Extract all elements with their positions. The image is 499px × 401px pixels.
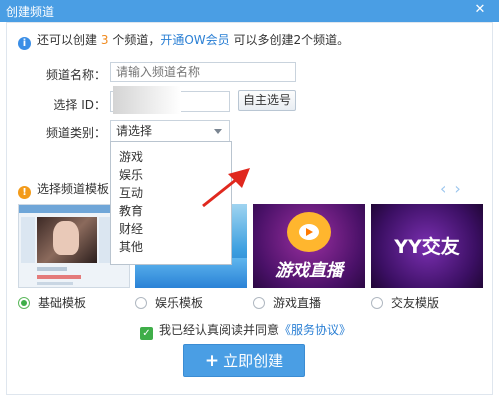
create-button-label: 立即创建 [223, 352, 284, 370]
close-icon[interactable]: ✕ [468, 0, 492, 22]
category-select[interactable]: 请选择 [110, 120, 230, 142]
chevron-down-icon [214, 129, 222, 134]
template-thumb-game[interactable]: 游戏直播 [253, 204, 365, 288]
dropdown-option[interactable]: 其他 [111, 238, 231, 256]
radio-icon [253, 297, 265, 309]
channel-name-input[interactable] [110, 62, 296, 82]
template-heading: ! 选择频道模板： [18, 180, 121, 199]
checkbox-checked-icon[interactable]: ✓ [140, 327, 153, 340]
agreement-row: ✓ 我已经认真阅读并同意《服务协议》 [140, 321, 351, 340]
window-title: 创建频道 [6, 5, 55, 19]
template-label: 游戏直播 [273, 296, 322, 310]
remaining-count: 3 [100, 33, 109, 47]
dating-banner-text: YY交友 [394, 236, 460, 258]
plus-icon: + [204, 351, 220, 371]
quota-notice: i 还可以创建 3 个频道，开通OW会员 可以多创建2个频道。 [18, 31, 349, 50]
prev-arrow-icon[interactable]: ‹ [440, 179, 454, 198]
template-thumb-dating[interactable]: YY交友 [371, 204, 483, 288]
template-nav: ‹› [440, 179, 469, 198]
dropdown-option[interactable]: 游戏 [111, 148, 231, 166]
notice-prefix: 还可以创建 [37, 33, 98, 47]
info-icon: i [18, 37, 31, 50]
radio-icon [135, 297, 147, 309]
service-agreement-link[interactable]: 《服务协议》 [279, 323, 351, 337]
blurred-id-value [113, 86, 181, 114]
channel-id-input[interactable] [110, 86, 230, 114]
agreement-text: 我已经认真阅读并同意 [159, 323, 280, 337]
template-heading-text: 选择频道模板： [37, 182, 122, 196]
template-radio-basic[interactable]: 基础模板 [18, 294, 86, 311]
template-radio-dating[interactable]: 交友模版 [371, 294, 439, 311]
choose-id-button[interactable]: 自主选号 [238, 90, 296, 111]
create-button[interactable]: + 立即创建 [183, 344, 305, 377]
vip-link[interactable]: 开通OW会员 [160, 33, 229, 47]
pointer-arrow-icon [202, 168, 250, 208]
template-label: 交友模版 [391, 296, 440, 310]
game-banner-text: 游戏直播 [275, 261, 343, 281]
channel-category-label: 频道类别： [45, 126, 106, 140]
template-radio-game[interactable]: 游戏直播 [253, 294, 321, 311]
title-bar: 创建频道 ✕ [0, 0, 499, 22]
template-label: 娱乐模板 [155, 296, 204, 310]
radio-selected-icon [18, 297, 30, 309]
warning-icon: ! [18, 186, 31, 199]
channel-name-label: 频道名称： [45, 68, 106, 82]
dropdown-option[interactable]: 财经 [111, 220, 231, 238]
category-selected: 请选择 [116, 124, 153, 138]
template-radio-entertainment[interactable]: 娱乐模板 [135, 294, 203, 311]
radio-icon [371, 297, 383, 309]
channel-id-label: 选择 ID： [53, 98, 106, 112]
next-arrow-icon[interactable]: › [454, 179, 468, 198]
notice-suffix: 可以多创建2个频道。 [233, 33, 350, 47]
notice-middle: 个频道， [112, 33, 161, 47]
template-label: 基础模板 [38, 296, 87, 310]
